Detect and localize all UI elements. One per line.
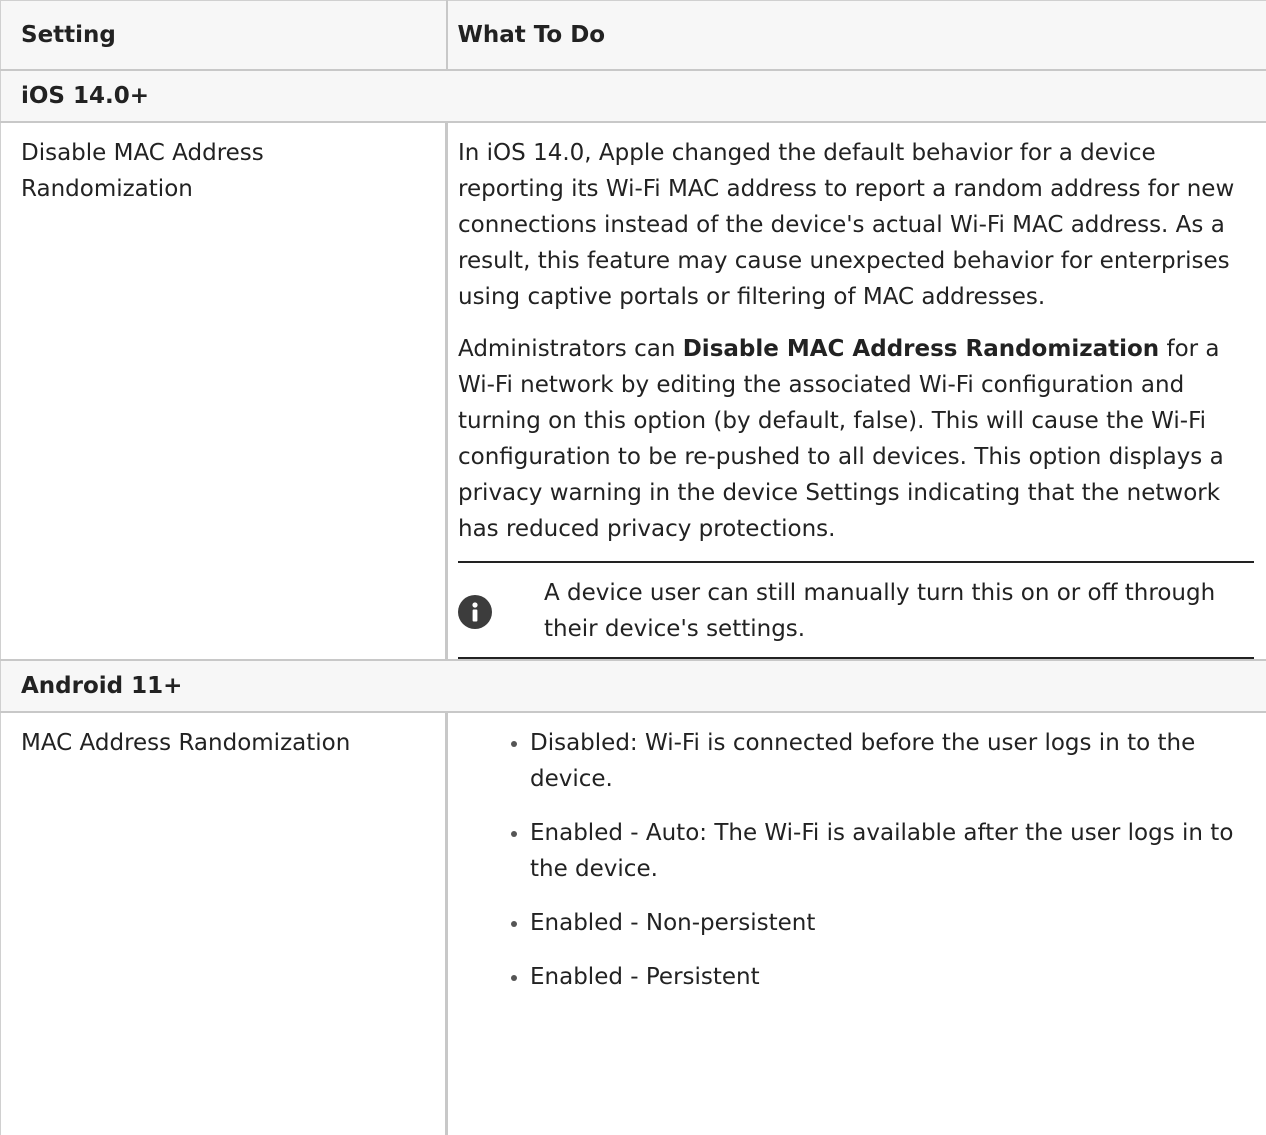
admin-paragraph: Administrators can Disable MAC Address R… bbox=[458, 331, 1254, 547]
list-item: Enabled - Persistent bbox=[511, 959, 1254, 995]
setting-name: Disable MAC Address Randomization bbox=[0, 121, 448, 661]
table-row-disable-mac-randomization: Disable MAC Address Randomization In iOS… bbox=[0, 121, 1266, 661]
admin-paragraph-suffix: for a Wi-Fi network by editing the assoc… bbox=[458, 336, 1224, 542]
note-text: A device user can still manually turn th… bbox=[544, 580, 1216, 642]
options-list: Disabled: Wi-Fi is connected before the … bbox=[458, 725, 1254, 995]
admin-paragraph-prefix: Administrators can bbox=[458, 336, 683, 362]
list-item: Enabled - Auto: The Wi-Fi is available a… bbox=[511, 815, 1254, 887]
column-header-what-to-do: What To Do bbox=[445, 0, 1266, 71]
settings-table: Setting What To Do iOS 14.0+ Disable MAC… bbox=[0, 0, 1266, 1135]
section-header-ios: iOS 14.0+ bbox=[0, 69, 1266, 123]
table-header-row: Setting What To Do bbox=[0, 0, 1266, 71]
setting-name: MAC Address Randomization bbox=[0, 711, 448, 1135]
list-item: Disabled: Wi-Fi is connected before the … bbox=[511, 725, 1254, 797]
section-title-android: Android 11+ bbox=[0, 659, 1266, 713]
what-to-do-cell: Disabled: Wi-Fi is connected before the … bbox=[445, 711, 1266, 1135]
description-paragraph: In iOS 14.0, Apple changed the default b… bbox=[458, 140, 1235, 310]
what-to-do-cell: In iOS 14.0, Apple changed the default b… bbox=[445, 121, 1266, 661]
section-title-ios: iOS 14.0+ bbox=[0, 69, 1266, 123]
table-row-mac-randomization: MAC Address Randomization Disabled: Wi-F… bbox=[0, 711, 1266, 1135]
column-header-setting: Setting bbox=[0, 0, 448, 71]
info-icon bbox=[458, 595, 492, 629]
section-header-android: Android 11+ bbox=[0, 659, 1266, 713]
admin-paragraph-bold: Disable MAC Address Randomization bbox=[682, 336, 1160, 362]
list-item: Enabled - Non-persistent bbox=[511, 905, 1254, 941]
note-box: A device user can still manually turn th… bbox=[458, 561, 1254, 659]
